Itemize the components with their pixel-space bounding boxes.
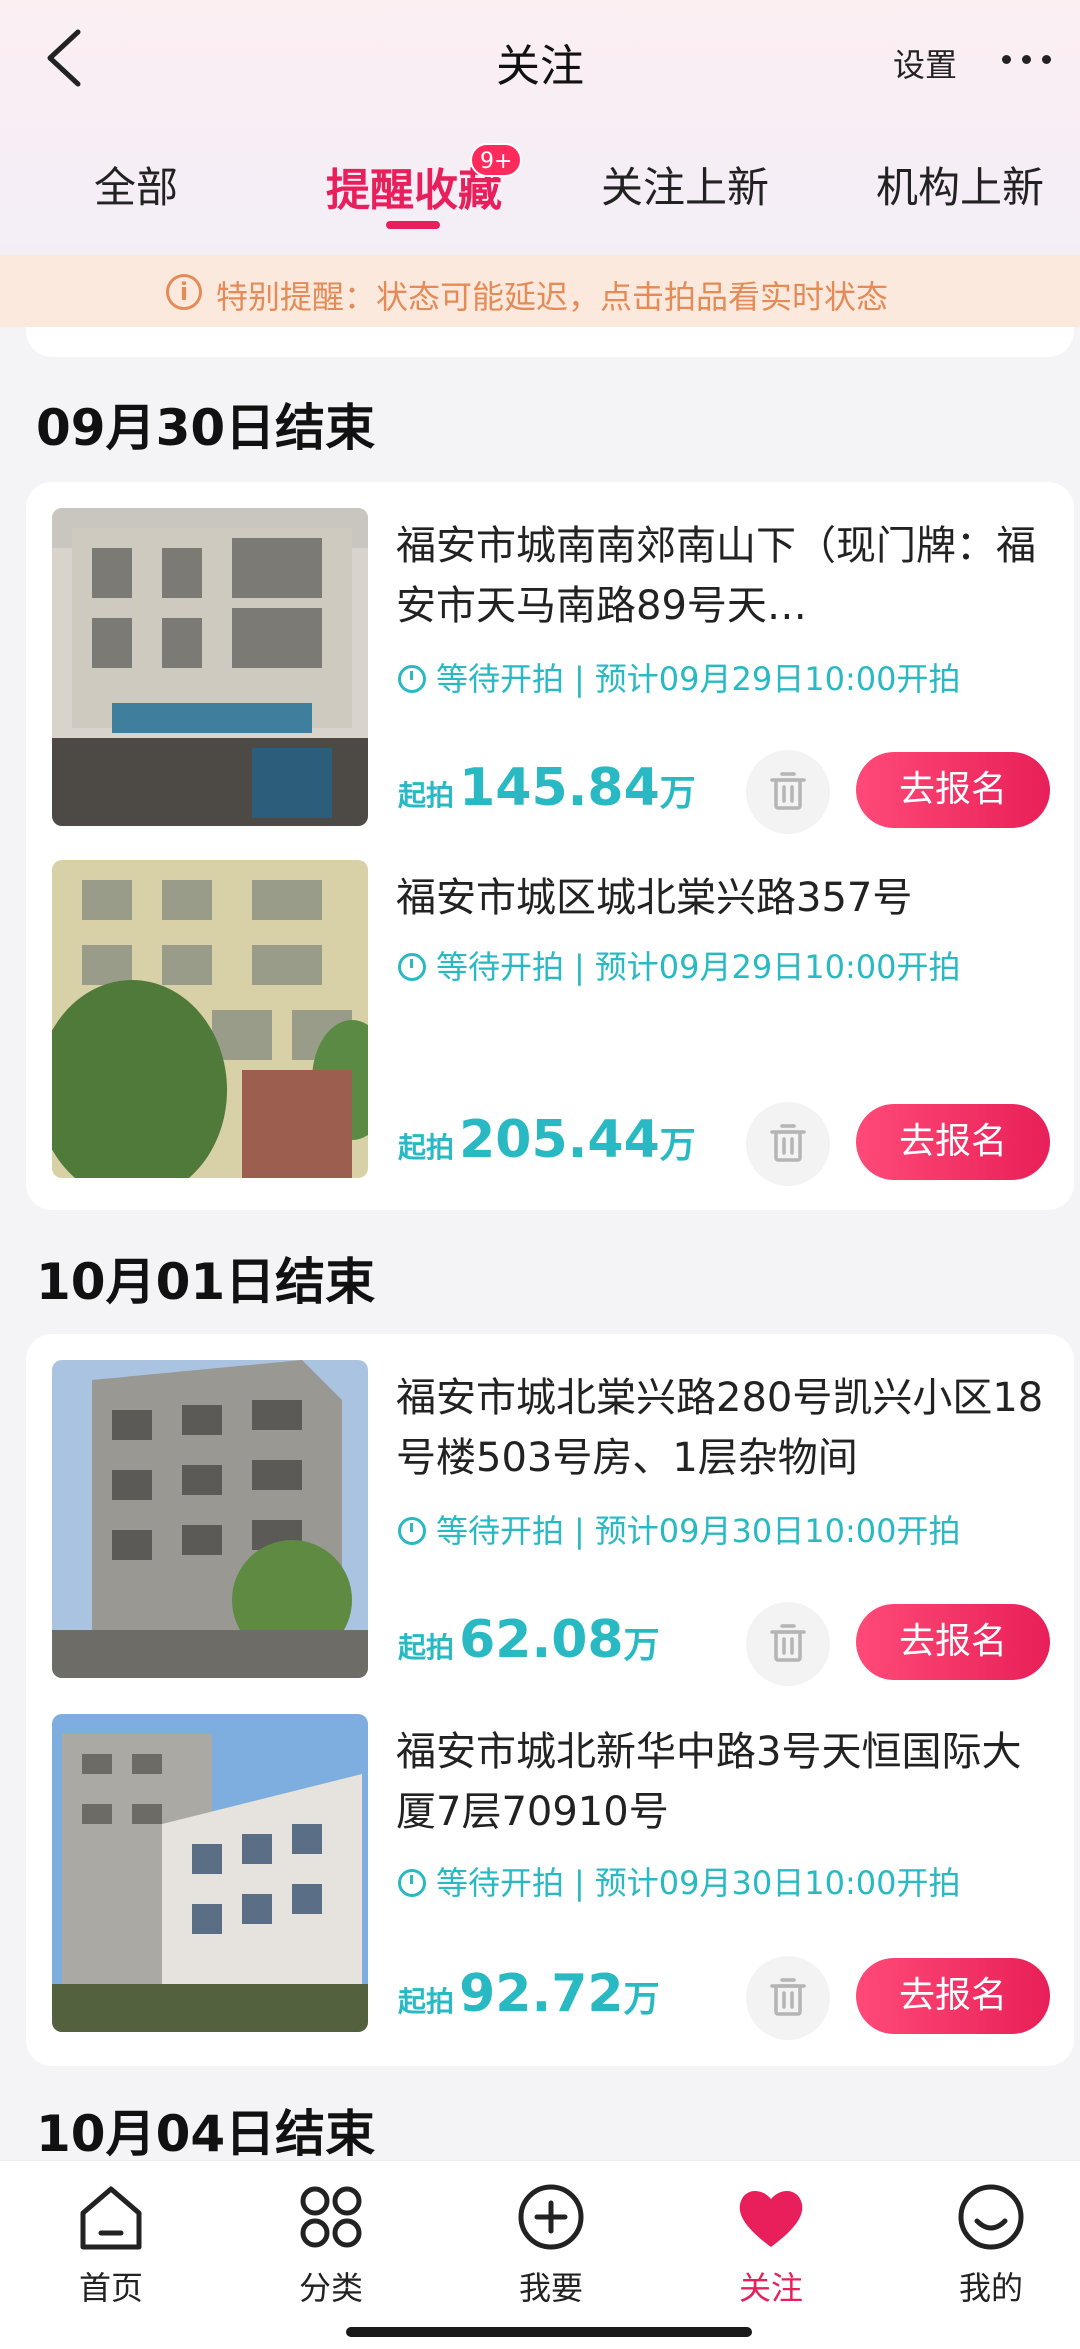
signup-button[interactable]: 去报名 (856, 1104, 1050, 1180)
signup-button[interactable]: 去报名 (856, 1958, 1050, 2034)
heart-icon (739, 2190, 803, 2247)
delete-button[interactable] (746, 750, 830, 834)
settings-button[interactable]: 设置 (893, 40, 957, 86)
signup-button[interactable]: 去报名 (856, 752, 1050, 828)
start-time: 预计09月30日10:00开拍 (594, 1512, 961, 1550)
price-prefix: 起拍 (398, 1131, 455, 1164)
notice-text: 特别提醒：状态可能延迟，点击拍品看实时状态 (216, 278, 889, 316)
tab-badge: 9+ (470, 143, 523, 177)
status-text: 等待开拍 (436, 948, 565, 986)
nav-home[interactable]: 首页 (36, 2177, 186, 2307)
section-title: 09月30日结束 (36, 399, 376, 457)
price-unit: 万 (659, 1125, 696, 1166)
bottom-nav: 首页 分类 我要 关注 我的 (0, 2160, 1080, 2349)
trash-icon (770, 772, 806, 810)
price-unit: 万 (623, 1979, 660, 2020)
property-photo[interactable] (52, 1714, 368, 2032)
start-time: 预计09月29日10:00开拍 (594, 660, 961, 698)
tab-institution-new[interactable]: 机构上新 (876, 154, 1044, 215)
nav-mine[interactable]: 我的 (916, 2177, 1066, 2307)
property-photo[interactable] (52, 1360, 368, 1678)
more-dot (1022, 55, 1031, 64)
item-status: 等待开拍 | 预计09月30日10:00开拍 (398, 1506, 1058, 1552)
delete-button[interactable] (746, 1602, 830, 1686)
nav-category[interactable]: 分类 (256, 2177, 406, 2307)
price: 起拍 205.44万 (398, 1110, 696, 1170)
home-indicator[interactable] (346, 2327, 752, 2337)
previous-card-bottom (26, 327, 1074, 357)
more-options-button[interactable] (1002, 50, 1058, 70)
home-icon (80, 2186, 142, 2250)
clock-icon (398, 953, 426, 981)
item-status: 等待开拍 | 预计09月29日10:00开拍 (398, 942, 1058, 988)
property-photo[interactable] (52, 508, 368, 826)
tab-followed-new[interactable]: 关注上新 (601, 154, 769, 215)
item-title[interactable]: 福安市城北新华中路3号天恒国际大厦7层70910号 (396, 1722, 1046, 1842)
item-status: 等待开拍 | 预计09月29日10:00开拍 (398, 654, 1058, 700)
separator: | (574, 660, 585, 698)
active-tab-indicator (386, 221, 440, 229)
signup-button[interactable]: 去报名 (856, 1604, 1050, 1680)
separator: | (574, 948, 585, 986)
item-title[interactable]: 福安市城北棠兴路280号凯兴小区18号楼503号房、1层杂物间 (396, 1368, 1046, 1488)
price-value: 62.08 (459, 1610, 624, 1670)
smile-icon (958, 2184, 1024, 2250)
delete-button[interactable] (746, 1956, 830, 2040)
price-prefix: 起拍 (398, 1985, 455, 2018)
list-item[interactable]: 福安市城北新华中路3号天恒国际大厦7层70910号 等待开拍 | 预计09月30日1… (26, 1714, 1074, 2040)
price-prefix: 起拍 (398, 1631, 455, 1664)
clock-icon (398, 665, 426, 693)
start-time: 预计09月29日10:00开拍 (594, 948, 961, 986)
more-dots-icon (1002, 55, 1011, 64)
nav-label: 我要 (518, 2269, 583, 2307)
item-status: 等待开拍 | 预计09月30日10:00开拍 (398, 1858, 1058, 1904)
nav-label: 我的 (958, 2269, 1023, 2307)
item-title[interactable]: 福安市城南南郊南山下（现门牌：福安市天马南路89号天… (396, 516, 1046, 636)
nav-label: 关注 (738, 2269, 803, 2307)
trash-icon (770, 1978, 806, 2016)
price-unit: 万 (623, 1625, 660, 1666)
trash-icon (770, 1624, 806, 1662)
item-title[interactable]: 福安市城区城北棠兴路357号 (396, 868, 1046, 928)
price-value: 205.44 (459, 1110, 660, 1170)
separator: | (574, 1864, 585, 1902)
delete-button[interactable] (746, 1102, 830, 1186)
clock-icon (398, 1517, 426, 1545)
plus-circle-icon (518, 2184, 584, 2250)
price: 起拍 92.72万 (398, 1964, 660, 2024)
nav-label: 分类 (298, 2269, 363, 2307)
price: 起拍 62.08万 (398, 1610, 660, 1670)
trash-icon (770, 1124, 806, 1162)
price-value: 92.72 (459, 1964, 624, 2024)
auction-card: 福安市城南南郊南山下（现门牌：福安市天马南路89号天… 等待开拍 | 预计09月29… (26, 482, 1074, 1210)
notice-banner[interactable]: i 特别提醒：状态可能延迟，点击拍品看实时状态 (0, 255, 1080, 327)
price-value: 145.84 (459, 758, 660, 818)
nav-follow[interactable]: 关注 (696, 2177, 846, 2307)
auction-card: 福安市城北棠兴路280号凯兴小区18号楼503号房、1层杂物间 等待开拍 | 预计0… (26, 1334, 1074, 2066)
header: 关注 设置 (0, 0, 1080, 120)
section-title: 10月04日结束 (36, 2105, 376, 2163)
price: 起拍 145.84万 (398, 758, 696, 818)
section-title: 10月01日结束 (36, 1253, 376, 1311)
info-icon: i (166, 274, 202, 310)
separator: | (574, 1512, 585, 1550)
clock-icon (398, 1869, 426, 1897)
price-prefix: 起拍 (398, 779, 455, 812)
property-photo[interactable] (52, 860, 368, 1178)
nav-label: 首页 (78, 2269, 143, 2307)
list-item[interactable]: 福安市城北棠兴路280号凯兴小区18号楼503号房、1层杂物间 等待开拍 | 预计0… (26, 1360, 1074, 1686)
tab-all[interactable]: 全部 (94, 154, 178, 215)
start-time: 预计09月30日10:00开拍 (594, 1864, 961, 1902)
status-text: 等待开拍 (436, 660, 565, 698)
list-item[interactable]: 福安市城南南郊南山下（现门牌：福安市天马南路89号天… 等待开拍 | 预计09月29… (26, 508, 1074, 834)
more-dot (1042, 55, 1051, 64)
price-unit: 万 (659, 773, 696, 814)
status-text: 等待开拍 (436, 1512, 565, 1550)
status-text: 等待开拍 (436, 1864, 565, 1902)
category-icon (300, 2186, 362, 2248)
list-item[interactable]: 福安市城区城北棠兴路357号 等待开拍 | 预计09月29日10:00开拍 起拍 2… (26, 860, 1074, 1186)
nav-want[interactable]: 我要 (476, 2177, 626, 2307)
tab-bar: 全部 提醒收藏 9+ 关注上新 机构上新 (0, 140, 1080, 250)
